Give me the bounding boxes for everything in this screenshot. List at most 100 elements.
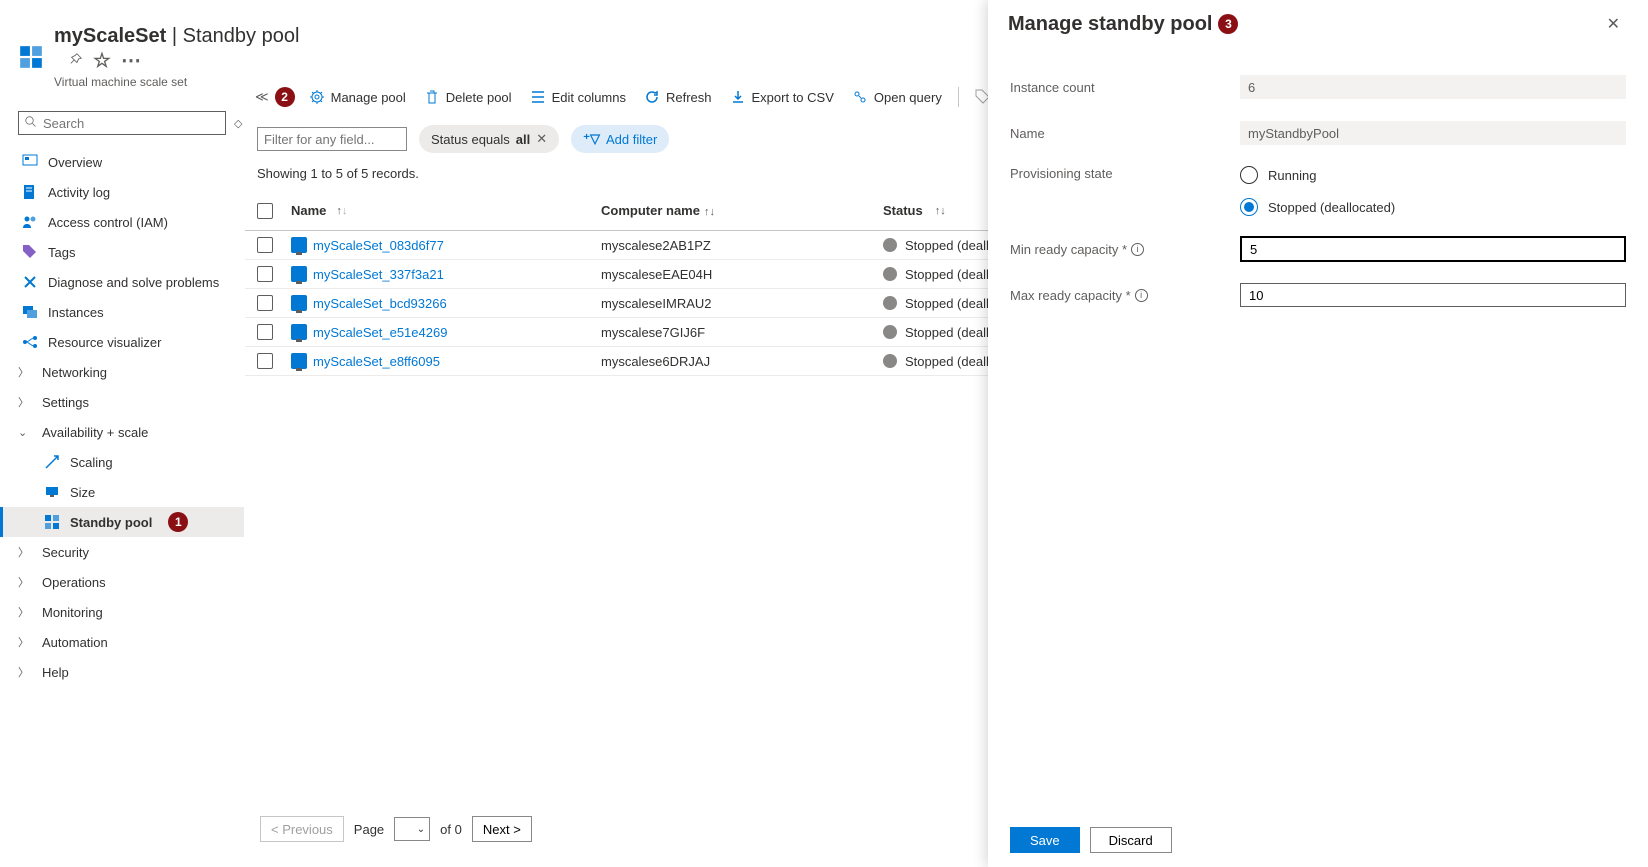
column-header-name[interactable]: Name↑↓ — [291, 203, 601, 218]
open-query-button[interactable]: Open query — [844, 83, 950, 111]
sidebar-item-automation[interactable]: 〉Automation — [0, 627, 244, 657]
prev-page-button[interactable]: < Previous — [260, 816, 344, 842]
sidebar-item-resource-visualizer[interactable]: Resource visualizer — [0, 327, 244, 357]
add-filter-button[interactable]: ⁺▽ Add filter — [571, 125, 669, 153]
sidebar-item-help[interactable]: 〉Help — [0, 657, 244, 687]
instance-link[interactable]: myScaleSet_083d6f77 — [313, 238, 444, 253]
row-checkbox[interactable] — [257, 237, 273, 253]
pool-name-label: Name — [1010, 126, 1240, 141]
vm-icon — [291, 237, 307, 253]
select-all-checkbox[interactable] — [257, 203, 273, 219]
chevron-down-icon: ⌄ — [417, 824, 425, 835]
vm-icon — [291, 295, 307, 311]
manage-pool-button[interactable]: Manage pool — [301, 83, 414, 111]
sidebar-item-activity-log[interactable]: Activity log — [0, 177, 244, 207]
next-page-button[interactable]: Next > — [472, 816, 532, 842]
status-dot-icon — [883, 238, 897, 252]
sidebar-item-instances[interactable]: Instances — [0, 297, 244, 327]
refresh-icon — [644, 89, 660, 105]
sidebar-item-operations[interactable]: 〉Operations — [0, 567, 244, 597]
sidebar-item-diagnose[interactable]: Diagnose and solve problems — [0, 267, 244, 297]
collapse-search-icon[interactable]: ◇ — [234, 117, 242, 130]
chevron-right-icon: 〉 — [18, 394, 32, 410]
sidebar-search[interactable] — [18, 111, 226, 135]
page-select[interactable]: ⌄ — [394, 817, 430, 841]
more-icon[interactable]: ⋯ — [121, 48, 141, 73]
sidebar-item-size[interactable]: Size — [0, 477, 244, 507]
instance-link[interactable]: myScaleSet_e51e4269 — [313, 325, 447, 340]
export-csv-button[interactable]: Export to CSV — [722, 83, 842, 111]
vm-icon — [291, 266, 307, 282]
page-label: Page — [354, 822, 384, 837]
filter-pill-status[interactable]: Status equals all✕ — [419, 125, 559, 153]
row-checkbox[interactable] — [257, 295, 273, 311]
standby-pool-icon — [44, 514, 60, 530]
sidebar-item-networking[interactable]: 〉Networking — [0, 357, 244, 387]
add-filter-icon: ⁺▽ — [583, 131, 600, 147]
instances-icon — [22, 304, 38, 320]
edit-columns-button[interactable]: Edit columns — [522, 83, 634, 111]
manage-standby-pool-panel: Manage standby pool 3 ✕ Instance count N… — [988, 0, 1648, 867]
min-ready-capacity-input[interactable] — [1240, 236, 1626, 262]
collapse-sidebar-icon[interactable]: ≪ — [255, 89, 273, 105]
chevron-right-icon: 〉 — [18, 604, 32, 620]
scaling-icon — [44, 454, 60, 470]
sidebar-item-standby-pool[interactable]: Standby pool1 — [0, 507, 244, 537]
visualizer-icon — [22, 334, 38, 350]
instance-link[interactable]: myScaleSet_e8ff6095 — [313, 354, 440, 369]
max-ready-capacity-input[interactable] — [1240, 283, 1626, 307]
status-dot-icon — [883, 354, 897, 368]
computer-name-cell: myscalese6DRJAJ — [601, 354, 883, 369]
sidebar-item-settings[interactable]: 〉Settings — [0, 387, 244, 417]
download-icon — [730, 89, 746, 105]
sidebar-item-security[interactable]: 〉Security — [0, 537, 244, 567]
vm-icon — [291, 324, 307, 340]
instance-link[interactable]: myScaleSet_337f3a21 — [313, 267, 444, 282]
sidebar-item-overview[interactable]: Overview — [0, 147, 244, 177]
computer-name-cell: myscaleseIMRAU2 — [601, 296, 883, 311]
callout-badge-2: 2 — [275, 87, 295, 107]
min-ready-capacity-label: Min ready capacity *i — [1010, 242, 1240, 257]
radio-icon — [1240, 166, 1258, 184]
chevron-right-icon: 〉 — [18, 364, 32, 380]
remove-filter-icon[interactable]: ✕ — [536, 131, 547, 147]
gear-icon — [309, 89, 325, 105]
favorite-icon[interactable]: ☆ — [93, 48, 111, 73]
overview-icon — [22, 154, 38, 170]
computer-name-cell: myscaleseEAE04H — [601, 267, 883, 282]
sidebar-item-monitoring[interactable]: 〉Monitoring — [0, 597, 244, 627]
close-panel-button[interactable]: ✕ — [1599, 10, 1628, 38]
provisioning-state-label: Provisioning state — [1010, 166, 1240, 181]
column-header-computer[interactable]: Computer name↑↓ — [601, 203, 883, 218]
diagnose-icon — [22, 274, 38, 290]
instance-link[interactable]: myScaleSet_bcd93266 — [313, 296, 447, 311]
row-checkbox[interactable] — [257, 324, 273, 340]
pin-icon[interactable] — [69, 49, 83, 72]
sidebar-item-tags[interactable]: Tags — [0, 237, 244, 267]
log-icon — [22, 184, 38, 200]
sidebar-item-scaling[interactable]: Scaling — [0, 447, 244, 477]
filter-input[interactable] — [257, 127, 407, 151]
instance-count-label: Instance count — [1010, 80, 1240, 95]
callout-badge-3: 3 — [1218, 14, 1238, 34]
discard-button[interactable]: Discard — [1090, 827, 1172, 853]
delete-pool-button[interactable]: Delete pool — [416, 83, 520, 111]
radio-stopped-deallocated[interactable]: Stopped (deallocated) — [1240, 198, 1626, 216]
size-icon — [44, 484, 60, 500]
save-button[interactable]: Save — [1010, 827, 1080, 853]
row-checkbox[interactable] — [257, 353, 273, 369]
toolbar-separator — [958, 87, 959, 107]
sidebar-item-availability-scale[interactable]: ⌄Availability + scale — [0, 417, 244, 447]
row-checkbox[interactable] — [257, 266, 273, 282]
info-icon[interactable]: i — [1131, 243, 1144, 256]
radio-icon — [1240, 198, 1258, 216]
instance-count-field — [1240, 75, 1626, 99]
status-dot-icon — [883, 325, 897, 339]
radio-running[interactable]: Running — [1240, 166, 1626, 184]
refresh-button[interactable]: Refresh — [636, 83, 720, 111]
vm-icon — [291, 353, 307, 369]
sidebar-search-input[interactable] — [43, 116, 219, 131]
sidebar-item-access-control[interactable]: Access control (IAM) — [0, 207, 244, 237]
vmss-icon — [18, 44, 44, 70]
info-icon[interactable]: i — [1135, 289, 1148, 302]
